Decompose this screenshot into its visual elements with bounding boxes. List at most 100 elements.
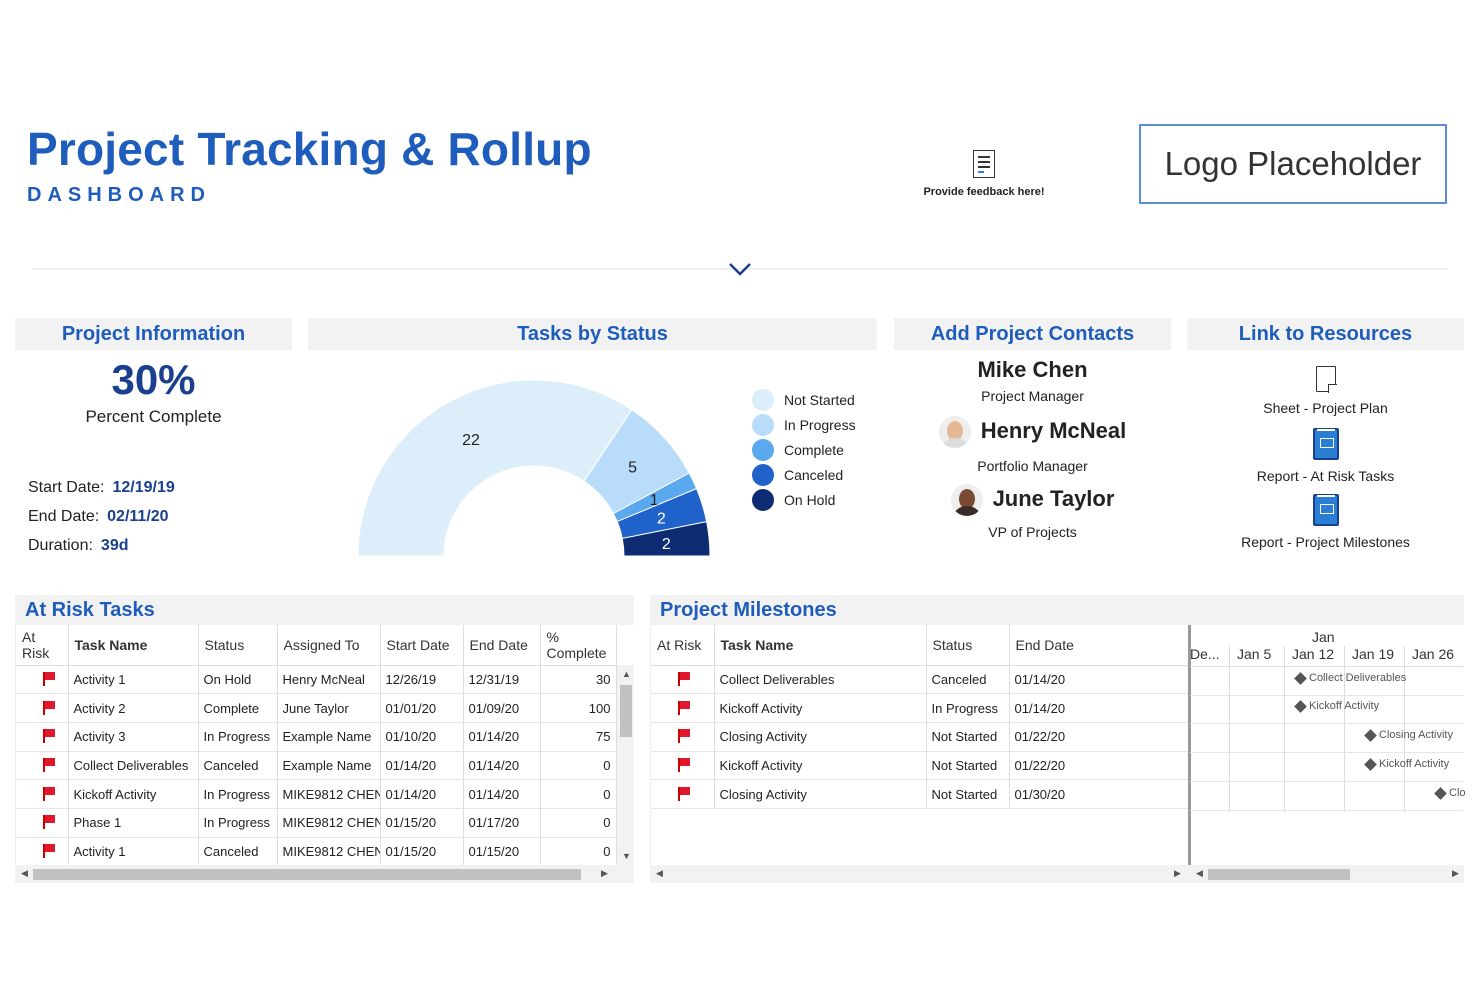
- table-row[interactable]: Kickoff Activity In Progress 01/14/20: [651, 693, 1189, 723]
- flag-icon[interactable]: [678, 729, 690, 744]
- table-cell[interactable]: MIKE9812 CHEN: [277, 779, 381, 809]
- table-row[interactable]: Closing Activity Not Started 01/30/20: [651, 779, 1189, 809]
- gantt-milestone[interactable]: Collect Deliverables: [1294, 671, 1406, 685]
- gantt-milestone[interactable]: Clo: [1434, 786, 1466, 800]
- at-risk-cell[interactable]: [651, 779, 715, 809]
- table-cell[interactable]: 12/31/19: [463, 665, 541, 695]
- table-cell[interactable]: 01/22/20: [1009, 751, 1189, 781]
- flag-icon[interactable]: [43, 757, 55, 772]
- table-row[interactable]: Collect Deliverables Canceled Example Name…: [16, 751, 617, 781]
- table-cell[interactable]: On Hold: [198, 665, 278, 695]
- table-cell[interactable]: Closing Activity: [714, 779, 927, 809]
- table-cell[interactable]: Activity 2: [68, 693, 199, 723]
- flag-icon[interactable]: [43, 729, 55, 744]
- table-cell[interactable]: Complete: [198, 693, 278, 723]
- table-row[interactable]: Kickoff Activity Not Started 01/22/20: [651, 751, 1189, 781]
- table-row[interactable]: Phase 1 In Progress MIKE9812 CHEN 01/15/20 0…: [16, 808, 617, 838]
- table-cell[interactable]: 01/14/20: [463, 751, 541, 781]
- table-cell[interactable]: June Taylor: [277, 693, 381, 723]
- flag-icon[interactable]: [43, 843, 55, 858]
- column-header[interactable]: Task Name: [714, 625, 927, 666]
- project-contacts-title[interactable]: Add Project Contacts: [894, 318, 1171, 350]
- table-cell[interactable]: Closing Activity: [714, 722, 927, 752]
- horizontal-scrollbar[interactable]: ◀ ▶ ◀ ▶: [650, 865, 1464, 883]
- table-cell[interactable]: 01/10/20: [380, 722, 464, 752]
- flag-icon[interactable]: [678, 757, 690, 772]
- table-cell[interactable]: Kickoff Activity: [68, 779, 199, 809]
- column-header[interactable]: Task Name: [68, 625, 199, 666]
- gantt-milestone[interactable]: Kickoff Activity: [1294, 699, 1379, 713]
- vertical-scrollbar[interactable]: ▲ ▼: [617, 665, 634, 865]
- flag-icon[interactable]: [43, 700, 55, 715]
- table-cell[interactable]: 30: [540, 665, 617, 695]
- table-cell[interactable]: In Progress: [198, 808, 278, 838]
- at-risk-cell[interactable]: [651, 693, 715, 723]
- at-risk-cell[interactable]: [16, 808, 69, 838]
- table-cell[interactable]: 01/09/20: [463, 693, 541, 723]
- flag-icon[interactable]: [678, 700, 690, 715]
- resource-link-at-risk[interactable]: Report - At Risk Tasks: [1187, 428, 1464, 484]
- table-cell[interactable]: 01/14/20: [380, 751, 464, 781]
- table-cell[interactable]: 0: [540, 779, 617, 809]
- table-cell[interactable]: In Progress: [926, 693, 1010, 723]
- table-cell[interactable]: Phase 1: [68, 808, 199, 838]
- table-cell[interactable]: Henry McNeal: [277, 665, 381, 695]
- column-header[interactable]: Status: [926, 625, 1010, 666]
- table-cell[interactable]: 01/17/20: [463, 808, 541, 838]
- table-cell[interactable]: Activity 1: [68, 837, 199, 865]
- flag-icon[interactable]: [43, 786, 55, 801]
- at-risk-cell[interactable]: [651, 665, 715, 695]
- column-header[interactable]: % Complete: [540, 625, 617, 666]
- table-cell[interactable]: Kickoff Activity: [714, 751, 927, 781]
- column-header[interactable]: Assigned To: [277, 625, 381, 666]
- table-cell[interactable]: Activity 1: [68, 665, 199, 695]
- table-cell[interactable]: 01/14/20: [1009, 665, 1189, 695]
- at-risk-cell[interactable]: [16, 722, 69, 752]
- table-cell[interactable]: 01/14/20: [463, 779, 541, 809]
- table-cell[interactable]: 100: [540, 693, 617, 723]
- at-risk-cell[interactable]: [651, 722, 715, 752]
- table-cell[interactable]: 01/15/20: [463, 837, 541, 865]
- horizontal-scrollbar[interactable]: ◀ ▶: [15, 865, 634, 883]
- table-cell[interactable]: Example Name: [277, 751, 381, 781]
- flag-icon[interactable]: [43, 671, 55, 686]
- table-cell[interactable]: Kickoff Activity: [714, 693, 927, 723]
- resource-link-project-plan[interactable]: Sheet - Project Plan: [1187, 366, 1464, 416]
- column-header[interactable]: Status: [198, 625, 278, 666]
- gantt-milestone[interactable]: Kickoff Activity: [1364, 757, 1449, 771]
- table-cell[interactable]: 01/14/20: [463, 722, 541, 752]
- table-cell[interactable]: Activity 3: [68, 722, 199, 752]
- table-cell[interactable]: 0: [540, 751, 617, 781]
- feedback-link[interactable]: Provide feedback here!: [910, 150, 1058, 198]
- table-cell[interactable]: 01/01/20: [380, 693, 464, 723]
- table-cell[interactable]: 01/22/20: [1009, 722, 1189, 752]
- table-cell[interactable]: 01/14/20: [1009, 693, 1189, 723]
- table-cell[interactable]: Collect Deliverables: [68, 751, 199, 781]
- table-cell[interactable]: Collect Deliverables: [714, 665, 927, 695]
- column-header[interactable]: Start Date: [380, 625, 464, 666]
- gantt-milestone[interactable]: Closing Activity: [1364, 728, 1453, 742]
- table-cell[interactable]: 01/15/20: [380, 808, 464, 838]
- column-header[interactable]: End Date: [1009, 625, 1189, 666]
- table-cell[interactable]: MIKE9812 CHEN: [277, 808, 381, 838]
- at-risk-cell[interactable]: [16, 665, 69, 695]
- table-cell[interactable]: 01/14/20: [380, 779, 464, 809]
- table-cell[interactable]: Canceled: [198, 837, 278, 865]
- table-cell[interactable]: Canceled: [198, 751, 278, 781]
- table-row[interactable]: Activity 1 On Hold Henry McNeal 12/26/19 12/…: [16, 665, 617, 695]
- table-cell[interactable]: In Progress: [198, 779, 278, 809]
- column-header[interactable]: At Risk: [651, 625, 715, 666]
- table-cell[interactable]: 01/15/20: [380, 837, 464, 865]
- table-cell[interactable]: Canceled: [926, 665, 1010, 695]
- flag-icon[interactable]: [43, 815, 55, 830]
- table-row[interactable]: Activity 3 In Progress Example Name 01/10/2…: [16, 722, 617, 752]
- table-row[interactable]: Closing Activity Not Started 01/22/20: [651, 722, 1189, 752]
- table-row[interactable]: Activity 1 Canceled MIKE9812 CHEN 01/15/20 0…: [16, 837, 617, 865]
- at-risk-cell[interactable]: [16, 779, 69, 809]
- table-cell[interactable]: 0: [540, 808, 617, 838]
- table-row[interactable]: Activity 2 Complete June Taylor 01/01/20 01/…: [16, 693, 617, 723]
- column-header[interactable]: End Date: [463, 625, 541, 666]
- flag-icon[interactable]: [678, 786, 690, 801]
- at-risk-cell[interactable]: [16, 837, 69, 865]
- table-cell[interactable]: MIKE9812 CHEN: [277, 837, 381, 865]
